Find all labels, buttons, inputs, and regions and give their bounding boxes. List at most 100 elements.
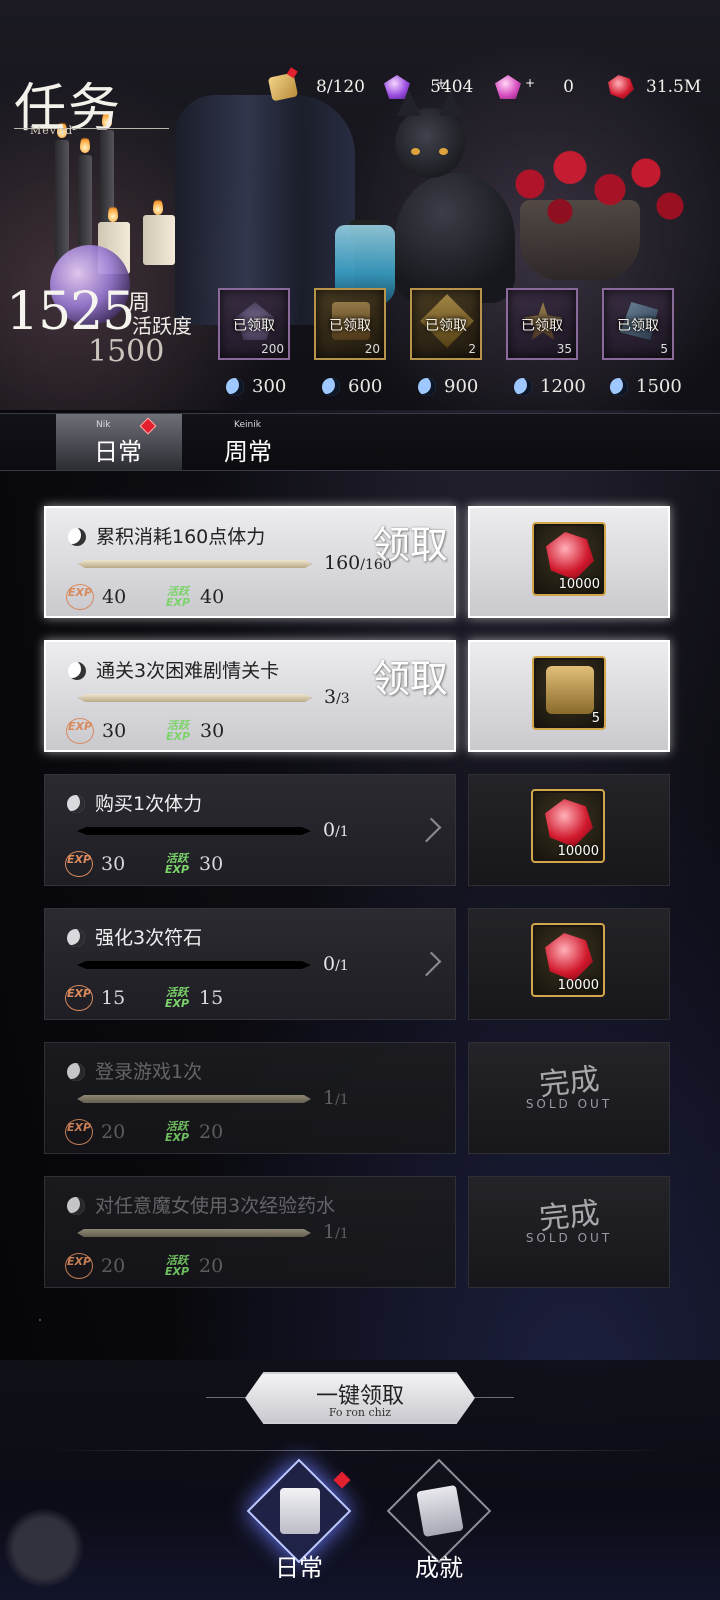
moon-icon (226, 377, 244, 396)
threshold-value: 1500 (636, 376, 682, 397)
exp-icon: EXP (66, 718, 94, 744)
progress-bar (70, 558, 320, 570)
quest-card[interactable]: 通关3次困难剧情关卡 3/3 EXP 30 活跃 EXP 30 领取 (44, 640, 456, 752)
exp-icon: EXP (65, 851, 93, 877)
activity-exp-icon: 活跃 EXP (164, 986, 190, 1010)
reward-count: 200 (261, 342, 284, 356)
scroll-icon (280, 1488, 320, 1534)
progress-track (77, 827, 311, 835)
chevron-right-icon[interactable] (416, 817, 442, 843)
exp-reward: EXP 30 (66, 718, 126, 744)
reward-card: 10000 (468, 908, 670, 1020)
progress-text: 0/1 (323, 953, 349, 975)
quest-name: 累积消耗160点体力 (96, 526, 266, 548)
reward-count: 20 (364, 342, 380, 356)
progress-text: 1/1 (323, 1221, 349, 1243)
progress-bar (69, 825, 319, 837)
quest-card[interactable]: 对任意魔女使用3次经验药水 1/1 EXP 20 活跃 EXP 20 (44, 1176, 456, 1288)
quest-row[interactable]: 登录游戏1次 1/1 EXP 20 活跃 EXP 20 完成 SOLD OUT (44, 1042, 670, 1154)
exp-value: 20 (101, 1255, 126, 1277)
quest-card[interactable]: 购买1次体力 0/1 EXP 30 活跃 EXP 30 (44, 774, 456, 886)
moon-icon (68, 528, 86, 546)
activity-value: 30 (200, 720, 225, 742)
milestone-chest[interactable]: 已领取 35 (506, 288, 578, 360)
nav-daily[interactable]: 日常 (244, 1458, 354, 1590)
reward-card: 完成 SOLD OUT (468, 1042, 670, 1154)
cat-eye (439, 148, 448, 155)
reward-item[interactable]: 10000 (531, 923, 605, 997)
reward-card: 10000 (468, 506, 670, 618)
reward-item[interactable]: 10000 (531, 789, 605, 863)
claimed-label: 已领取 (425, 318, 467, 334)
currency-pink-gem[interactable]: + 0 (495, 74, 574, 100)
claim-all-sub-label: Fo ron chiz (328, 1406, 392, 1419)
progress-text: 3/3 (324, 686, 350, 708)
quest-card[interactable]: 累积消耗160点体力 160/160 EXP 40 活跃 EXP 40 领取 (44, 506, 456, 618)
quest-name: 购买1次体力 (95, 793, 203, 815)
red-gem-icon (545, 799, 593, 847)
activity-reward: 活跃 EXP 20 (163, 1253, 223, 1279)
exp-reward: EXP 40 (66, 584, 126, 610)
plus-icon[interactable]: + (436, 76, 446, 90)
quest-card[interactable]: 强化3次符石 0/1 EXP 15 活跃 EXP 15 (44, 908, 456, 1020)
reward-item[interactable]: 10000 (532, 522, 606, 596)
page-subtitle: Mevnd (30, 124, 74, 137)
moon-icon (610, 377, 628, 396)
tab-label: 日常 (94, 438, 142, 466)
milestone-threshold: 1500 (610, 376, 682, 397)
milestone-chest[interactable]: 已领取 2 (410, 288, 482, 360)
reward-count: 10000 (557, 844, 599, 859)
progress-track (77, 961, 311, 969)
claim-button[interactable]: 领取 (372, 514, 448, 569)
chevron-right-icon[interactable] (416, 951, 442, 977)
milestone-chest[interactable]: 已领取 5 (602, 288, 674, 360)
activity-exp-icon: 活跃 EXP (164, 1120, 190, 1144)
decor-line (474, 1397, 514, 1398)
nav-achievements[interactable]: 成就 (384, 1458, 494, 1590)
quest-card[interactable]: 登录游戏1次 1/1 EXP 20 活跃 EXP 20 (44, 1042, 456, 1154)
currency-stamina[interactable]: 8/120 (267, 67, 365, 102)
decor-line (206, 1397, 246, 1398)
tab-weekly[interactable]: Keinik 周常 (198, 414, 324, 470)
quest-list[interactable]: 累积消耗160点体力 160/160 EXP 40 活跃 EXP 40 领取 10… (0, 470, 720, 1360)
progress-fill (77, 1229, 311, 1237)
purple-gem-icon (384, 75, 410, 99)
activity-value: 20 (199, 1255, 224, 1277)
activity-reward: 活跃 EXP 30 (163, 851, 223, 877)
reward-card: 完成 SOLD OUT (468, 1176, 670, 1288)
cat-head (395, 90, 465, 178)
plus-icon[interactable]: + (525, 76, 535, 90)
threshold-value: 300 (252, 376, 287, 397)
moon-icon (514, 377, 532, 396)
milestone-chest[interactable]: 已领取 20 (314, 288, 386, 360)
threshold-value: 600 (348, 376, 383, 397)
progress-bar (69, 959, 319, 971)
milestone-chest[interactable]: 已领取 200 (218, 288, 290, 360)
reward-count: 35 (556, 342, 572, 356)
quest-row[interactable]: 购买1次体力 0/1 EXP 30 活跃 EXP 30 10000 (44, 774, 670, 886)
claim-all-button[interactable]: 一键领取 Fo ron chiz (245, 1372, 475, 1424)
claim-button[interactable]: 领取 (372, 648, 448, 703)
progress-bar (69, 1227, 319, 1239)
reward-item[interactable]: 5 (532, 656, 606, 730)
quest-row[interactable]: 对任意魔女使用3次经验药水 1/1 EXP 20 活跃 EXP 20 完成 SO… (44, 1176, 670, 1288)
tab-daily[interactable]: Nik 日常 (56, 414, 182, 470)
currency-purple-gem[interactable]: + 5404 (384, 74, 473, 100)
red-gem-icon (545, 933, 593, 981)
scroll-icon (267, 67, 299, 102)
exp-reward: EXP 20 (65, 1119, 125, 1145)
exp-icon: EXP (65, 1253, 93, 1279)
moon-icon (67, 929, 85, 947)
red-gem-icon (546, 532, 594, 580)
currency-red-gem[interactable]: 31.5M (608, 74, 701, 100)
quest-row[interactable]: 强化3次符石 0/1 EXP 15 活跃 EXP 15 10000 (44, 908, 670, 1020)
quest-row[interactable]: 通关3次困难剧情关卡 3/3 EXP 30 活跃 EXP 30 领取 5 (44, 640, 670, 752)
progress-text: 1/1 (323, 1087, 349, 1109)
exp-reward: EXP 30 (65, 851, 125, 877)
progress-fill (77, 1095, 311, 1103)
progress-total: /1 (335, 958, 349, 974)
activity-exp-icon: 活跃 EXP (164, 1254, 190, 1278)
flame-art (153, 197, 163, 215)
quest-row[interactable]: 累积消耗160点体力 160/160 EXP 40 活跃 EXP 40 领取 10… (44, 506, 670, 618)
flame-art (108, 204, 118, 222)
